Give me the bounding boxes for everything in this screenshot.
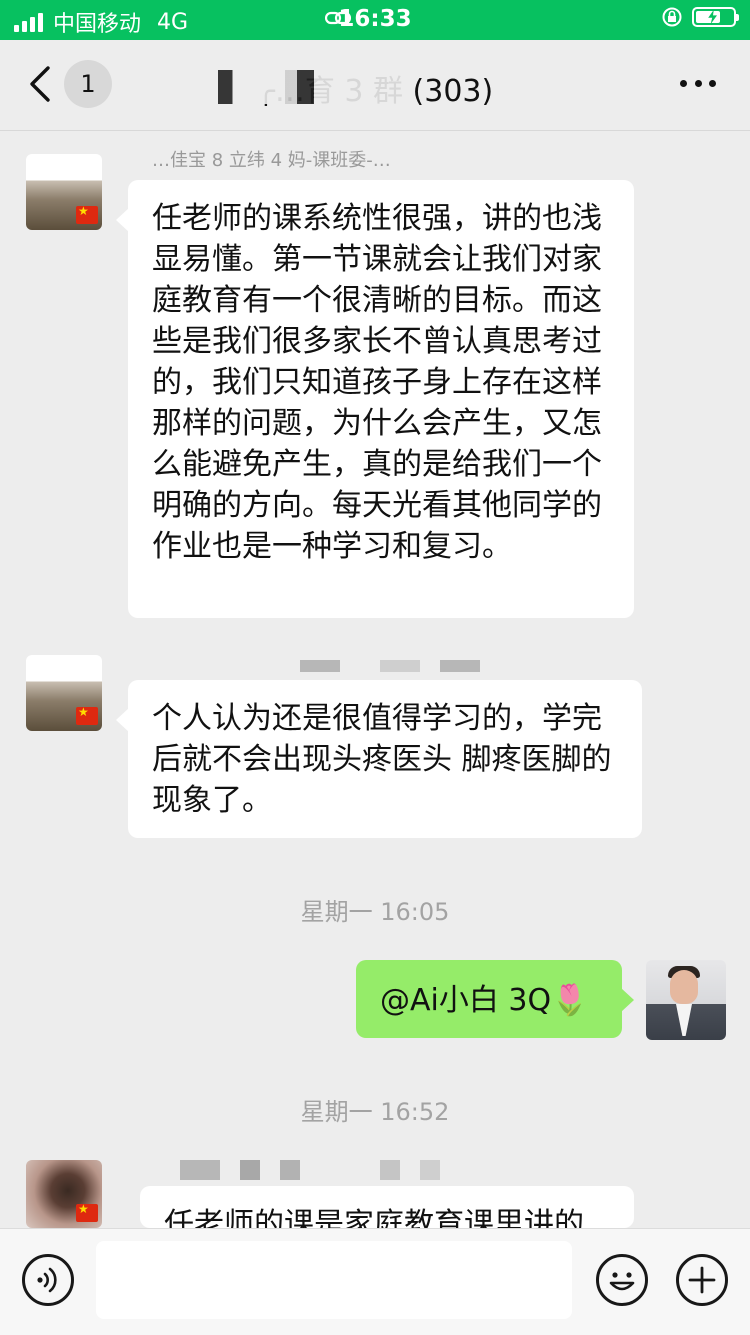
sender-name-mosaic	[240, 1160, 260, 1180]
input-bar	[0, 1228, 750, 1335]
voice-icon[interactable]	[22, 1254, 74, 1306]
avatar[interactable]	[26, 655, 102, 731]
message-timestamp: 星期一 16:52	[300, 1098, 450, 1126]
chat-header: 1 ╭…育 3 群 (303)	[0, 40, 750, 131]
flag-icon	[76, 1202, 98, 1222]
message-timestamp: 星期一 16:05	[300, 898, 450, 926]
message-text: @Ai小白 3Q🌷	[380, 983, 589, 1018]
flag-icon	[76, 705, 98, 725]
battery-icon	[692, 7, 739, 27]
sender-name-mosaic	[380, 660, 420, 672]
message-bubble[interactable]: 个人认为还是很值得学习的，学完后就不会出现头疼医头 脚疼医脚的现象了。	[116, 680, 642, 838]
emoji-icon[interactable]	[596, 1254, 648, 1306]
avatar[interactable]	[26, 154, 102, 230]
plus-icon[interactable]	[676, 1254, 728, 1306]
message-text: 个人认为还是很值得学习的，学完后就不会出现头疼医头 脚疼医脚的现象了。	[152, 701, 612, 818]
message-text: 任老师的课系统性很强，讲的也浅显易懂。第一节课就会让我们对家庭教育有一个很清晰的…	[152, 201, 602, 564]
title-mosaic	[170, 70, 410, 104]
sender-name-mosaic	[440, 660, 480, 672]
message-input[interactable]	[96, 1241, 572, 1319]
orientation-lock-icon	[662, 7, 682, 27]
self-avatar[interactable]	[646, 960, 726, 1040]
sender-name-mosaic	[180, 1160, 220, 1180]
unread-count-badge[interactable]: 1	[64, 60, 112, 108]
more-dots-icon[interactable]	[680, 80, 716, 90]
sender-name-mosaic	[280, 1160, 300, 1180]
sender-name-mosaic	[380, 1160, 400, 1180]
status-bar: 中国移动 4G 16:33	[0, 0, 750, 40]
message-bubble[interactable]: 任老师的课是家庭教育课里讲的	[140, 1186, 634, 1228]
flag-icon	[76, 204, 98, 224]
sender-name-mosaic	[420, 1160, 440, 1180]
chevron-left-icon[interactable]	[26, 64, 56, 104]
sender-name-mosaic	[300, 660, 340, 672]
status-time: 16:33	[338, 6, 412, 32]
sender-name: …佳宝 8 立纬 4 妈-课班委-…	[152, 150, 391, 171]
status-right	[662, 6, 739, 28]
message-text: 任老师的课是家庭教育课里讲的	[164, 1207, 584, 1228]
message-bubble[interactable]: 任老师的课系统性很强，讲的也浅显易懂。第一节课就会让我们对家庭教育有一个很清晰的…	[116, 180, 634, 618]
message-bubble-self[interactable]: @Ai小白 3Q🌷	[356, 960, 634, 1038]
avatar[interactable]	[26, 1160, 102, 1228]
